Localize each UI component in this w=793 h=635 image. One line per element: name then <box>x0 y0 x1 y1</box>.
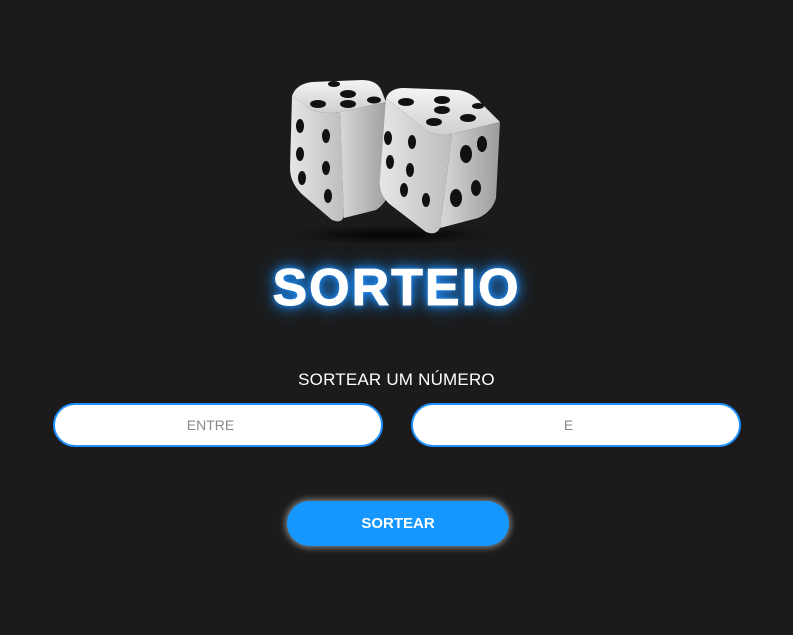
min-number-input[interactable] <box>55 404 381 446</box>
form-subtitle: SORTEAR UM NÚMERO <box>298 370 495 389</box>
max-number-input[interactable] <box>413 404 739 446</box>
draw-page: SORTEIO SORTEAR UM NÚMERO SORTEAR <box>0 0 793 635</box>
max-number-field <box>411 403 741 447</box>
page-title: SORTEIO <box>272 259 521 318</box>
draw-button[interactable]: SORTEAR <box>287 501 509 546</box>
dice-icon <box>287 80 500 245</box>
min-number-field <box>53 403 383 447</box>
